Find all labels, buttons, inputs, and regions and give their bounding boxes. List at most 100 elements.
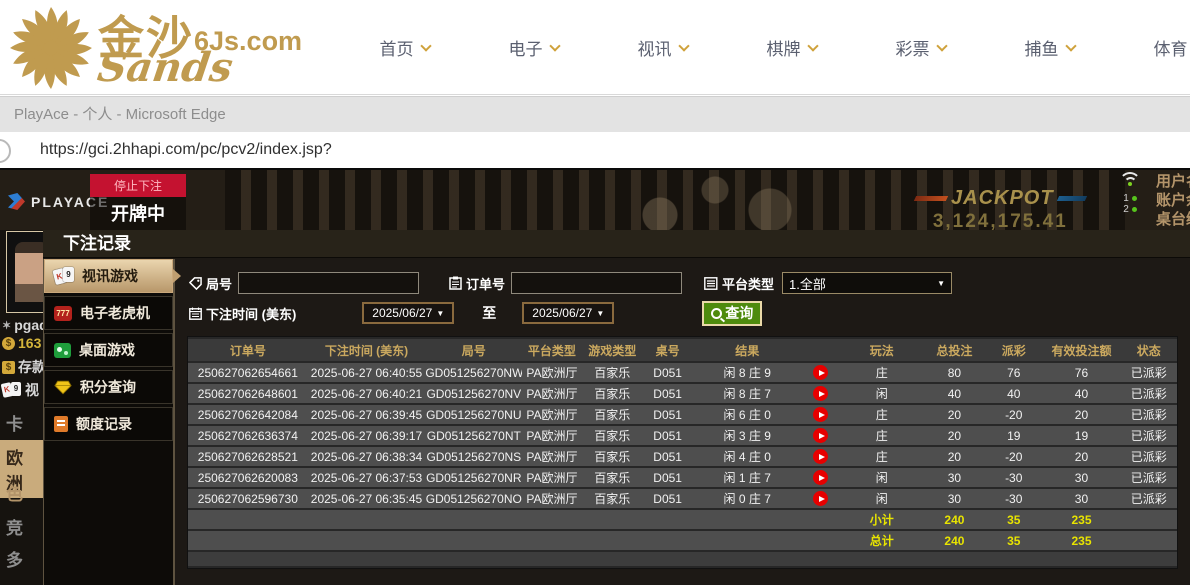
nav-item[interactable]: 棋牌 <box>727 35 856 60</box>
col-bet-time: 下注时间 (美东) <box>307 339 426 361</box>
nav-item-label: 首页 <box>379 40 414 59</box>
cards-icon: K9 <box>0 382 22 398</box>
username-row: ✶pgad <box>2 317 43 333</box>
sidebar-item-points[interactable]: 积分查询 <box>44 370 173 404</box>
sidebar-item-slots[interactable]: 777 电子老虎机 <box>44 296 173 330</box>
cell-game-type: 百家乐 <box>581 447 643 466</box>
to-label: 至 <box>482 305 497 321</box>
cell-order-id: 250627062648601 <box>188 384 308 403</box>
cell-game-type: 百家乐 <box>581 405 643 424</box>
nav-item[interactable]: 首页 <box>340 35 469 60</box>
chevron-down-icon <box>548 39 561 52</box>
nav-item[interactable]: 捕鱼 <box>985 35 1114 60</box>
jackpot-stripe-blue <box>1056 196 1087 201</box>
cell-platform: PA欧洲厅 <box>522 468 582 487</box>
banner-right: 1 2 用户名称 账户余额 桌台编号 <box>1112 172 1190 229</box>
replay-play-icon[interactable] <box>813 365 829 381</box>
video-row[interactable]: K9 视 <box>0 380 39 400</box>
cell-total-bet: 40 <box>923 384 986 403</box>
cell-bet-time: 2025-06-27 06:39:45 <box>307 405 426 424</box>
casino-banner: PLAYACE 停止下注 开牌中 JACKPOT 3,124,175.41 1 … <box>0 170 1190 230</box>
platform-select[interactable]: 1.全部 ▼ <box>782 272 953 294</box>
cell-payout: -20 <box>985 447 1043 466</box>
nav-item[interactable]: 彩票 <box>856 35 985 60</box>
deposit-row[interactable]: $ 存款 <box>2 357 43 377</box>
nav-item-label: 电子 <box>508 40 543 59</box>
game-status: 停止下注 开牌中 <box>90 174 186 230</box>
replay-play-icon[interactable] <box>813 491 829 507</box>
table-row: 250627062648601 2025-06-27 06:40:21 GD05… <box>188 384 1177 403</box>
sidebar-item-video-games[interactable]: K9 视讯游戏 <box>44 259 181 293</box>
cell-round-id: GD051256270NS <box>425 447 523 466</box>
cell-result: 闲 8 庄 9 <box>692 363 803 382</box>
round-input[interactable] <box>238 272 420 294</box>
col-order-id: 订单号 <box>188 339 308 361</box>
cell-bet-time: 2025-06-27 06:40:21 <box>307 384 426 403</box>
nav-item[interactable]: 电子 <box>469 35 598 60</box>
cell-result: 闲 3 庄 9 <box>692 426 803 445</box>
sidebar-item-label: 额度记录 <box>76 416 132 432</box>
cell-bet-time: 2025-06-27 06:39:17 <box>307 426 426 445</box>
chevron-down-icon: ▼ <box>596 308 605 318</box>
date-to-picker[interactable]: 2025/06/27 ▼ <box>522 302 615 324</box>
replay-play-icon[interactable] <box>813 449 829 465</box>
nav-item[interactable]: 视讯 <box>598 35 727 60</box>
panel-content: 局号 订单号 平台类型 1.全部 ▼ 下注时间 (美东) 2025/06/27 … <box>175 259 1190 585</box>
total-row: 总计 240 35 235 <box>188 531 1177 550</box>
date-from-picker[interactable]: 2025/06/27 ▼ <box>362 302 455 324</box>
nav-item[interactable]: 体育 <box>1114 35 1190 60</box>
cell-total-bet: 30 <box>923 489 986 508</box>
list-icon <box>704 276 718 290</box>
cell-table-id: D051 <box>642 363 693 382</box>
col-play-type: 玩法 <box>839 339 924 361</box>
cell-total-bet: 20 <box>923 447 986 466</box>
sidebar-item-credit-records[interactable]: 额度记录 <box>44 407 173 441</box>
replay-play-icon[interactable] <box>813 407 829 423</box>
clipboard-icon <box>449 276 462 290</box>
sun-logo-icon <box>10 7 92 89</box>
sidebar: K9 视讯游戏 777 电子老虎机 桌面游戏 积分查询 额度记录 <box>43 259 181 585</box>
balance-value: 163 <box>18 335 42 351</box>
table-row: 250627062628521 2025-06-27 06:38:34 GD05… <box>188 447 1177 466</box>
rail-tab-jing[interactable]: 竞 <box>0 514 43 539</box>
cell-game-type: 百家乐 <box>581 489 643 508</box>
url-bar[interactable]: https://gci.2hhapi.com/pc/pcv2/index.jsp… <box>0 132 1190 168</box>
stop-betting-badge: 停止下注 <box>90 174 186 197</box>
replay-play-icon[interactable] <box>813 428 829 444</box>
url-text[interactable]: https://gci.2hhapi.com/pc/pcv2/index.jsp… <box>40 141 332 158</box>
order-input[interactable] <box>511 272 683 294</box>
sidebar-item-table-games[interactable]: 桌面游戏 <box>44 333 173 367</box>
tag-icon <box>189 276 202 290</box>
avatar[interactable] <box>6 231 43 313</box>
cell-bet-time: 2025-06-27 06:37:53 <box>307 468 426 487</box>
signal-row: 1 <box>1112 193 1148 204</box>
table-game-icon <box>54 342 71 358</box>
bet-table-wrap: 订单号 下注时间 (美东) 局号 平台类型 游戏类型 桌号 结果 玩法 总投注 … <box>187 336 1178 569</box>
cell-table-id: D051 <box>642 426 693 445</box>
cell-replay <box>802 405 840 424</box>
subtotal-valid-bet: 235 <box>1042 510 1121 529</box>
replay-play-icon[interactable] <box>813 470 829 486</box>
search-button[interactable]: 查询 <box>702 300 763 326</box>
cell-game-type: 百家乐 <box>581 384 643 403</box>
cell-order-id: 250627062642084 <box>188 405 308 424</box>
nav-item-label: 体育 <box>1153 40 1188 59</box>
cell-total-bet: 30 <box>923 468 986 487</box>
cell-round-id: GD051256270NU <box>425 405 523 424</box>
bet-time-label: 下注时间 (美东) <box>189 304 296 323</box>
rail-tab-se[interactable]: 色 <box>0 480 43 505</box>
nav-item-label: 捕鱼 <box>1024 40 1059 59</box>
rail-tab-duo[interactable]: 多 <box>0 546 43 571</box>
jackpot-stripe-red <box>913 196 949 201</box>
cell-total-bet: 20 <box>923 405 986 424</box>
cell-round-id: GD051256270NW <box>425 363 523 382</box>
replay-play-icon[interactable] <box>813 386 829 402</box>
site-logo[interactable]: 金沙 6Js.com Sands <box>6 2 336 94</box>
cell-result: 闲 8 庄 7 <box>692 384 803 403</box>
order-filter-label: 订单号 <box>449 274 505 293</box>
table-row: 250627062636374 2025-06-27 06:39:17 GD05… <box>188 426 1177 445</box>
chevron-down-icon <box>419 39 432 52</box>
left-rail: ✶pgad $ 163 $ 存款 K9 视 卡卡 欧洲 色 竞 多 <box>0 228 43 585</box>
cell-payout: 40 <box>985 384 1043 403</box>
avatar-face <box>15 242 43 302</box>
